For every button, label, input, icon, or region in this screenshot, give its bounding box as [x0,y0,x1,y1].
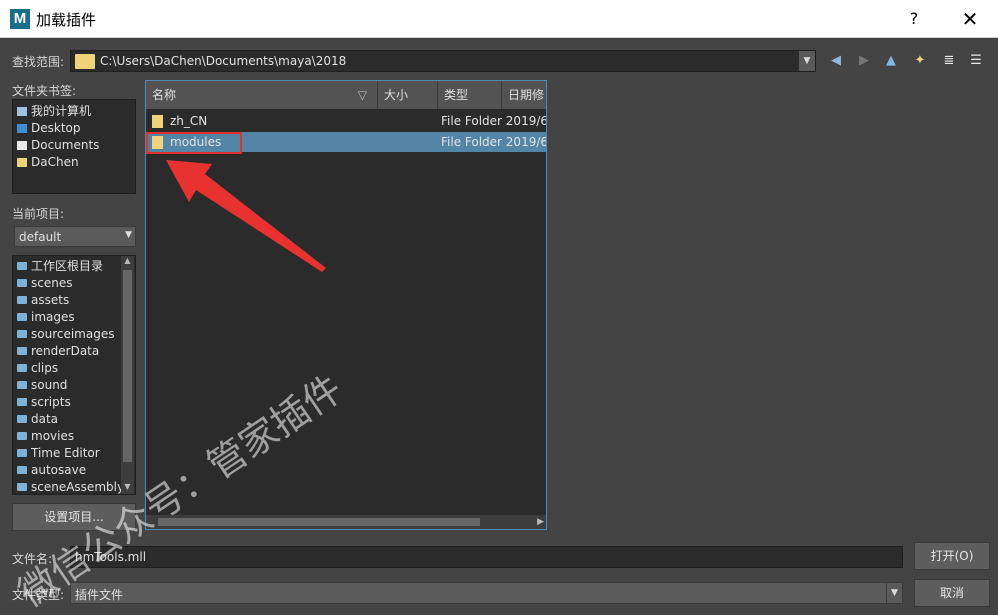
open-button[interactable]: 打开(O) [914,542,990,570]
annotation-arrow [166,160,326,272]
arrow-shape [166,160,326,272]
filetype-value: 插件文件 [75,588,124,602]
filetype-label: 文件类型: [12,588,65,602]
filetype-combo[interactable]: 插件文件 ▼ [70,582,903,604]
chevron-down-icon[interactable]: ▼ [886,583,902,603]
cancel-button[interactable]: 取消 [914,579,990,607]
filename-label: 文件名: [12,552,53,566]
filename-input[interactable]: hmTools.mll [70,546,903,568]
